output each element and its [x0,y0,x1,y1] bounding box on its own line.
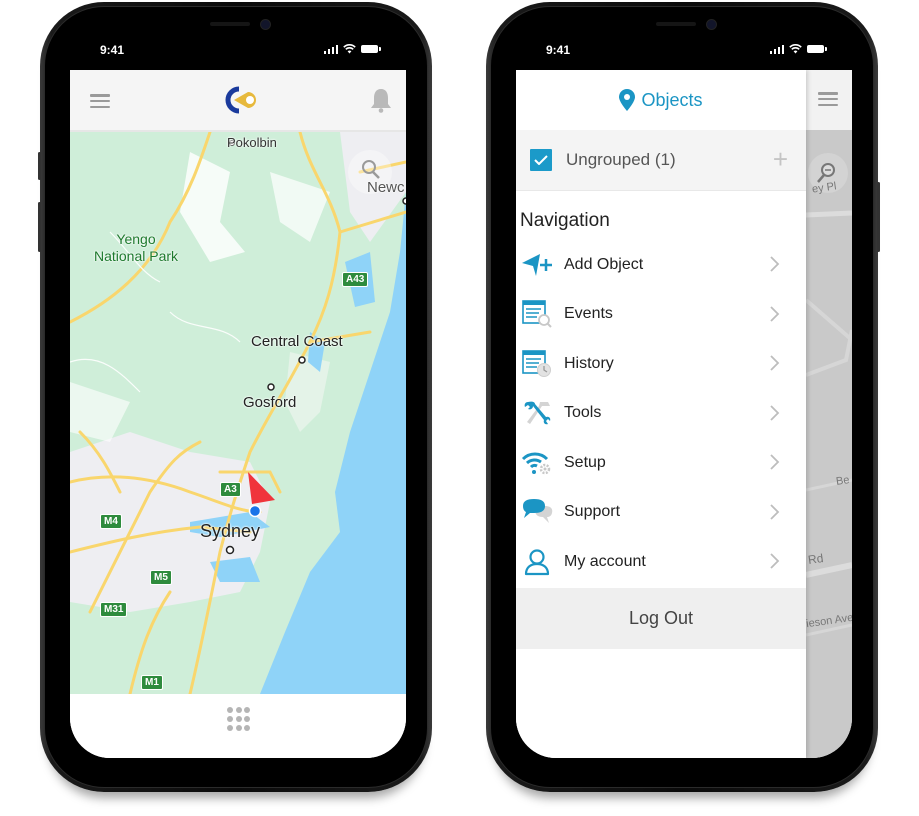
map-pin-icon [619,89,636,111]
left-phone-frame: 9:41 Pokolbin Newc Yengo National Park C… [38,2,432,792]
map-label-gosford: Gosford [243,394,297,411]
status-time: 9:41 [100,43,125,57]
right-phone-frame: 9:41 ey Pl Be Rd ieson Ave Objects Ungro… [486,2,880,792]
battery-icon [807,45,827,53]
road-shield-m31: M31 [100,602,128,617]
checkmark-icon [534,155,548,165]
road-shield-a3: A3 [220,482,241,497]
power-button [877,182,880,252]
bottom-bar [70,694,406,758]
add-group-icon[interactable]: + [773,146,788,172]
volume-up-button [38,202,41,252]
nav-item-label: Events [564,305,613,323]
hamburger-icon[interactable] [818,92,838,106]
nav-item-label: Support [564,503,621,521]
chevron-right-icon [770,454,780,470]
map-label-yengo-line1: Yengo [116,231,156,247]
nav-item-label: Add Object [564,255,644,273]
support-icon [520,497,554,527]
navigation-drawer: Objects Ungrouped (1) + Navigation Add O… [516,70,806,758]
notch [606,12,758,42]
notch [160,12,312,42]
wifi-icon [343,44,356,54]
chevron-right-icon [770,305,780,322]
nav-item-events[interactable]: Events [516,290,806,340]
nav-item-label: History [564,354,614,372]
road-shield-m5: M5 [150,570,172,585]
navigation-section-title: Navigation [520,210,610,231]
map-label-sydney: Sydney [200,521,261,541]
signal-icon [769,44,784,54]
tools-icon [520,398,554,428]
account-icon [520,547,554,577]
signal-icon [323,44,338,54]
status-time: 9:41 [546,43,571,57]
dimmed-map-background[interactable]: ey Pl Be Rd ieson Ave [805,70,852,758]
mute-switch [38,152,41,180]
left-screen: Pokolbin Newc Yengo National Park Centra… [70,70,406,758]
group-checkbox[interactable] [530,149,552,171]
map-label-yengo: Yengo National Park [94,231,178,265]
chevron-right-icon [770,404,780,421]
group-row-ungrouped[interactable]: Ungrouped (1) + [516,130,806,191]
map-street-label: Be [835,474,851,488]
road-shield-m1: M1 [141,675,163,690]
history-icon [520,349,554,379]
wifi-icon [789,44,802,54]
group-label: Ungrouped (1) [566,150,676,169]
chevron-right-icon [770,355,780,371]
app-header [70,70,406,132]
map-label-central-coast: Central Coast [251,333,343,350]
nav-item-support[interactable]: Support [516,488,806,538]
nav-item-label: Tools [564,404,602,422]
drawer-header[interactable]: Objects [516,70,806,130]
status-icons [769,44,827,54]
nav-item-label: Setup [564,453,606,471]
events-icon [520,299,554,329]
logout-button[interactable]: Log Out [516,588,806,649]
nav-item-add-object[interactable]: Add Object [516,240,806,290]
dimmed-map-roads [806,153,852,637]
apps-grid-icon[interactable] [227,707,251,731]
battery-icon [361,45,381,53]
road-shield-m4: M4 [100,514,122,529]
status-icons [323,44,381,54]
hamburger-icon[interactable] [90,94,110,108]
add-object-icon [520,250,554,280]
right-screen: ey Pl Be Rd ieson Ave Objects Ungrouped … [516,70,852,758]
nav-item-tools[interactable]: Tools [516,389,806,439]
app-logo [225,86,256,114]
map-view[interactable]: Pokolbin Newc Yengo National Park Centra… [70,132,406,694]
setup-icon [520,448,554,478]
map-label-yengo-line2: National Park [94,248,179,264]
nav-item-my-account[interactable]: My account [516,537,806,587]
nav-item-label: My account [564,552,646,570]
nav-item-history[interactable]: History [516,339,806,389]
chevron-right-icon [770,256,780,272]
location-dot-icon [248,504,262,518]
drawer-title: Objects [641,89,703,110]
map-street-label: Rd [807,551,825,567]
nav-item-setup[interactable]: Setup [516,438,806,488]
dimmed-header [806,70,852,130]
map-label-newcastle: Newc [367,179,405,196]
road-shield-a43: A43 [342,272,369,287]
chevron-right-icon [770,553,780,569]
bell-icon[interactable] [370,87,392,113]
map-label-pokolbin: Pokolbin [227,135,277,150]
chevron-right-icon [770,503,780,520]
